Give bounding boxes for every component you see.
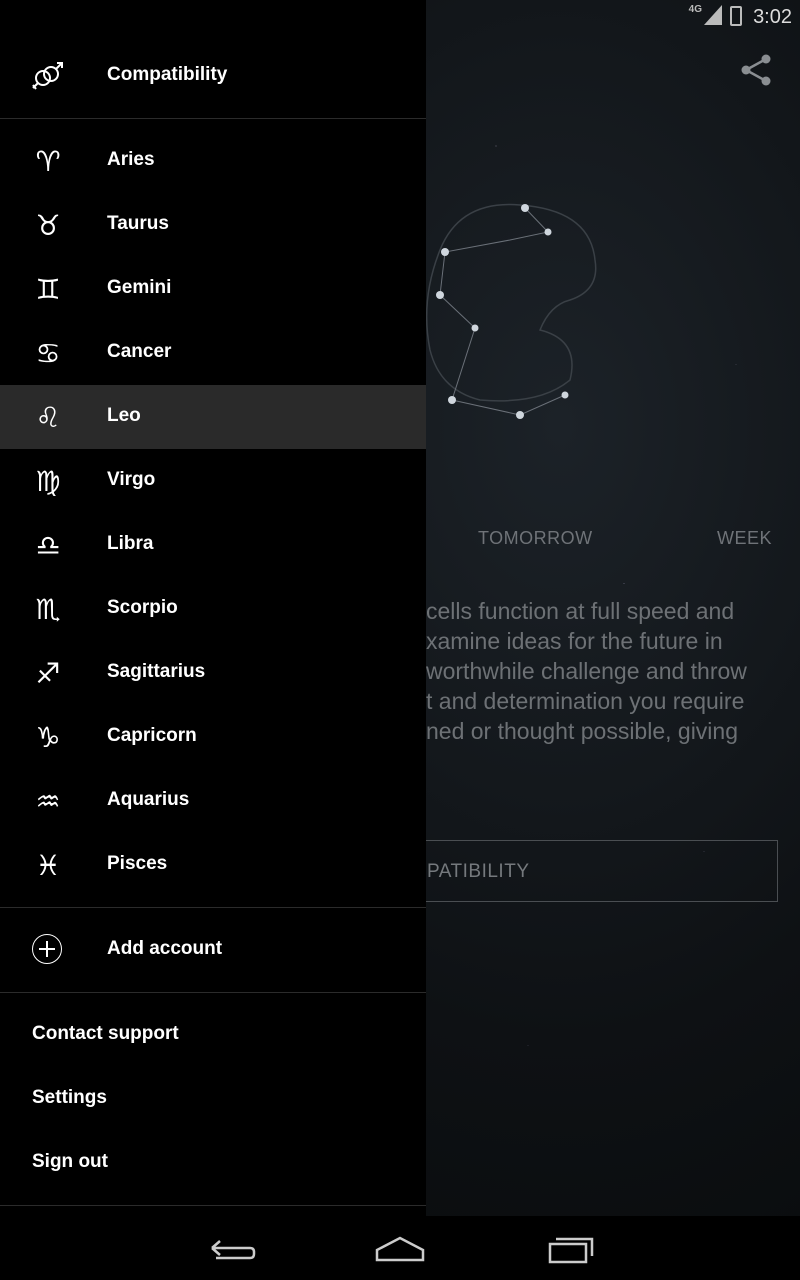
sign-out-link[interactable]: Sign out xyxy=(0,1131,426,1195)
clock: 3:02 xyxy=(753,6,792,28)
virgo-icon: ♍︎ xyxy=(35,464,61,498)
sidebar-item-label: Capricorn xyxy=(107,725,197,746)
system-nav-bar xyxy=(0,1216,800,1280)
horoscope-text: cells function at full speed and xamine … xyxy=(426,598,747,744)
sidebar-item-pisces[interactable]: ♓︎ Pisces xyxy=(0,833,426,897)
aries-icon: ♈︎ xyxy=(35,144,61,178)
battery-icon xyxy=(730,6,742,26)
sidebar-item-label: Pisces xyxy=(107,853,168,874)
sidebar-item-label: Cancer xyxy=(107,341,172,362)
period-tabs: TOMORROW WEEK xyxy=(426,520,800,556)
back-icon[interactable] xyxy=(202,1230,258,1266)
home-icon[interactable] xyxy=(372,1230,428,1266)
signal-icon xyxy=(704,5,722,25)
compatibility-button[interactable]: PATIBILITY xyxy=(380,840,778,902)
add-account-label: Add account xyxy=(107,938,223,959)
sidebar-item-taurus[interactable]: ♉︎ Taurus xyxy=(0,193,426,257)
sidebar-item-leo[interactable]: ♌︎ Leo xyxy=(0,385,426,449)
contact-support-label: Contact support xyxy=(32,1023,179,1044)
sidebar-item-scorpio[interactable]: ♏︎ Scorpio xyxy=(0,577,426,641)
sidebar-item-aries[interactable]: ♈︎ Aries xyxy=(0,129,426,193)
share-icon[interactable] xyxy=(738,52,774,88)
tab-tomorrow[interactable]: TOMORROW xyxy=(478,528,593,549)
add-circle-icon xyxy=(32,934,62,964)
add-account-button[interactable]: Add account xyxy=(0,918,426,982)
network-type: 4G xyxy=(688,4,702,15)
gemini-icon: ♊︎ xyxy=(35,272,61,306)
leo-constellation-art xyxy=(425,203,597,419)
sidebar-item-virgo[interactable]: ♍︎ Virgo xyxy=(0,449,426,513)
settings-link[interactable]: Settings xyxy=(0,1067,426,1131)
sidebar-item-label: Sagittarius xyxy=(107,661,206,682)
gender-symbols-icon xyxy=(28,58,68,94)
drawer-item-compatibility[interactable]: Compatibility xyxy=(0,44,426,108)
sidebar-item-aquarius[interactable]: ♒︎ Aquarius xyxy=(0,769,426,833)
sidebar-item-label: Libra xyxy=(107,533,154,554)
sign-out-label: Sign out xyxy=(32,1151,108,1172)
sidebar-item-label: Leo xyxy=(107,405,141,426)
recent-apps-icon[interactable] xyxy=(544,1230,600,1266)
sidebar-item-label: Aries xyxy=(107,149,155,170)
sidebar-item-label: Aquarius xyxy=(107,789,190,810)
sidebar-item-label: Virgo xyxy=(107,469,156,490)
sidebar-item-label: Scorpio xyxy=(107,597,178,618)
divider xyxy=(0,118,426,119)
leo-icon: ♌︎ xyxy=(35,400,61,434)
status-bar: 4G 3:02 xyxy=(0,0,800,33)
cancer-icon: ♋︎ xyxy=(35,336,61,370)
divider xyxy=(0,992,426,993)
sidebar-item-cancer[interactable]: ♋︎ Cancer xyxy=(0,321,426,385)
taurus-icon: ♉︎ xyxy=(35,208,61,242)
sidebar-item-label: Taurus xyxy=(107,213,169,234)
drawer-item-label: Compatibility xyxy=(107,64,228,85)
capricorn-icon: ♑︎ xyxy=(35,720,61,754)
navigation-drawer: Compatibility ♈︎ Aries ♉︎ Taurus ♊︎ Gemi… xyxy=(0,0,426,1216)
contact-support-link[interactable]: Contact support xyxy=(0,1003,426,1067)
scorpio-icon: ♏︎ xyxy=(35,592,61,626)
aquarius-icon: ♒︎ xyxy=(35,784,61,818)
sidebar-item-label: Gemini xyxy=(107,277,172,298)
libra-icon: ♎︎ xyxy=(35,528,61,562)
pisces-icon: ♓︎ xyxy=(35,848,61,882)
sidebar-item-gemini[interactable]: ♊︎ Gemini xyxy=(0,257,426,321)
compatibility-button-label: PATIBILITY xyxy=(427,861,530,882)
sidebar-item-libra[interactable]: ♎︎ Libra xyxy=(0,513,426,577)
sagittarius-icon: ♐︎ xyxy=(35,656,61,690)
settings-label: Settings xyxy=(32,1087,107,1108)
divider xyxy=(0,907,426,908)
sidebar-item-sagittarius[interactable]: ♐︎ Sagittarius xyxy=(0,641,426,705)
tab-week[interactable]: WEEK xyxy=(717,528,772,549)
divider xyxy=(0,1205,426,1206)
sidebar-item-capricorn[interactable]: ♑︎ Capricorn xyxy=(0,705,426,769)
